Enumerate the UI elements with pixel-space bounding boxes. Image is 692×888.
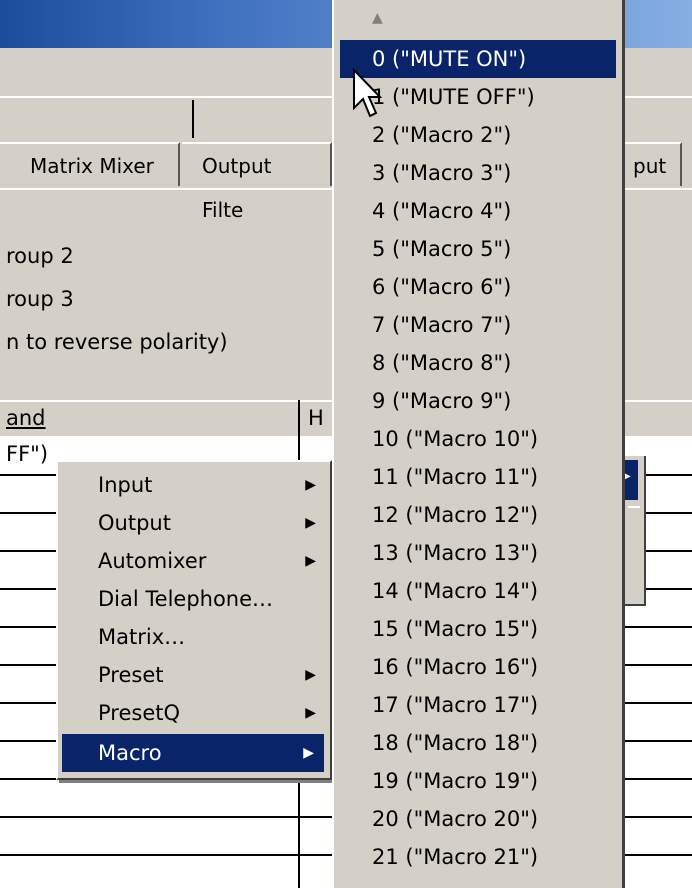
dropdown-option[interactable]: 3 ("Macro 3"): [340, 154, 616, 192]
menu-item-matrix[interactable]: Matrix…: [58, 618, 326, 656]
submenu-arrow-icon: ▶: [305, 515, 316, 531]
dropdown-option[interactable]: 19 ("Macro 19"): [340, 762, 616, 800]
submenu-arrow-icon: ▶: [305, 477, 316, 493]
dropdown-option-label: 13 ("Macro 13"): [372, 541, 539, 565]
dropdown-option-label: 19 ("Macro 19"): [372, 769, 539, 793]
dropdown-option-label: 4 ("Macro 4"): [372, 199, 512, 223]
polarity-hint-label: n to reverse polarity): [6, 330, 228, 354]
dropdown-option-label: 20 ("Macro 20"): [372, 807, 539, 831]
submenu-arrow-icon: ▶: [305, 667, 316, 683]
menu-item-presetq[interactable]: PresetQ ▶: [58, 694, 326, 732]
dropdown-option[interactable]: 2 ("Macro 2"): [340, 116, 616, 154]
tab-output[interactable]: put: [620, 142, 682, 186]
dropdown-option-label: 8 ("Macro 8"): [372, 351, 512, 375]
dropdown-option[interactable]: 16 ("Macro 16"): [340, 648, 616, 686]
menu-item-output[interactable]: Output ▶: [58, 504, 326, 542]
dropdown-option[interactable]: 5 ("Macro 5"): [340, 230, 616, 268]
scroll-up-icon[interactable]: ▲: [372, 10, 383, 26]
dropdown-option-label: 11 ("Macro 11"): [372, 465, 539, 489]
dropdown-option[interactable]: 11 ("Macro 11"): [340, 458, 616, 496]
dropdown-option-label: 7 ("Macro 7"): [372, 313, 512, 337]
menu-item-dial-telephone[interactable]: Dial Telephone…: [58, 580, 326, 618]
dropdown-option[interactable]: 4 ("Macro 4"): [340, 192, 616, 230]
dropdown-option-label: 15 ("Macro 15"): [372, 617, 539, 641]
menu-item-automixer[interactable]: Automixer ▶: [58, 542, 326, 580]
menu-item-preset[interactable]: Preset ▶: [58, 656, 326, 694]
dropdown-option-label: 17 ("Macro 17"): [372, 693, 539, 717]
menu-item-macro[interactable]: Macro ▶: [62, 734, 324, 772]
mouse-pointer-icon: [353, 68, 382, 118]
dropdown-option[interactable]: 13 ("Macro 13"): [340, 534, 616, 572]
group-3-label: roup 3: [6, 287, 74, 311]
menu-item-label: PresetQ: [98, 701, 181, 725]
menu-item-label: Output: [98, 511, 171, 535]
context-menu: Input ▶ Output ▶ Automixer ▶ Dial Teleph…: [56, 460, 332, 780]
submenu-arrow-icon: ▶: [305, 705, 316, 721]
dropdown-option-label: 10 ("Macro 10"): [372, 427, 539, 451]
submenu-arrow-icon: ▶: [305, 553, 316, 569]
dropdown-option-label: 0 ("MUTE ON"): [372, 47, 527, 71]
dropdown-option[interactable]: 8 ("Macro 8"): [340, 344, 616, 382]
dropdown-option-label: 18 ("Macro 18"): [372, 731, 539, 755]
dropdown-option[interactable]: 21 ("Macro 21"): [340, 838, 616, 876]
dropdown-option[interactable]: 9 ("Macro 9"): [340, 382, 616, 420]
macro-dropdown-list[interactable]: ▲ 0 ("MUTE ON") 1 ("MUTE OFF") 2 ("Macro…: [332, 0, 625, 888]
tab-matrix-mixer[interactable]: Matrix Mixer: [0, 142, 180, 186]
grid-header-h[interactable]: H: [308, 406, 324, 430]
dropdown-option[interactable]: 18 ("Macro 18"): [340, 724, 616, 762]
menu-item-label: Dial Telephone…: [98, 587, 274, 611]
tab-separator: [192, 100, 194, 138]
submenu-separator: [628, 506, 640, 508]
dropdown-option[interactable]: 6 ("Macro 6"): [340, 268, 616, 306]
dropdown-option-label: 5 ("Macro 5"): [372, 237, 512, 261]
dropdown-option[interactable]: 10 ("Macro 10"): [340, 420, 616, 458]
menu-item-label: Automixer: [98, 549, 207, 573]
dropdown-option-label: 9 ("Macro 9"): [372, 389, 512, 413]
dropdown-option-label: 1 ("MUTE OFF"): [372, 85, 535, 109]
dropdown-option-label: 21 ("Macro 21"): [372, 845, 539, 869]
dropdown-option-label: 14 ("Macro 14"): [372, 579, 539, 603]
menu-item-label: Matrix…: [98, 625, 186, 649]
menu-item-label: Input: [98, 473, 153, 497]
menu-item-label: Preset: [98, 663, 164, 687]
dropdown-option[interactable]: 17 ("Macro 17"): [340, 686, 616, 724]
dropdown-option-label: 12 ("Macro 12"): [372, 503, 539, 527]
dropdown-option-label: 2 ("Macro 2"): [372, 123, 512, 147]
dropdown-option[interactable]: 14 ("Macro 14"): [340, 572, 616, 610]
dropdown-option[interactable]: 20 ("Macro 20"): [340, 800, 616, 838]
submenu-arrow-icon: ▶: [303, 745, 314, 761]
dropdown-option-label: 16 ("Macro 16"): [372, 655, 539, 679]
dropdown-option[interactable]: 12 ("Macro 12"): [340, 496, 616, 534]
menu-item-input[interactable]: Input ▶: [58, 466, 326, 504]
dropdown-option[interactable]: 15 ("Macro 15"): [340, 610, 616, 648]
menu-item-label: Macro: [98, 741, 162, 765]
dropdown-option-label: 3 ("Macro 3"): [372, 161, 512, 185]
group-2-label: roup 2: [6, 244, 74, 268]
tab-output-filter[interactable]: Output Filte: [182, 142, 332, 222]
grid-cell-command[interactable]: FF"): [6, 442, 48, 466]
dropdown-option[interactable]: 7 ("Macro 7"): [340, 306, 616, 344]
grid-header-command[interactable]: and: [6, 406, 46, 430]
dropdown-option-label: 6 ("Macro 6"): [372, 275, 512, 299]
